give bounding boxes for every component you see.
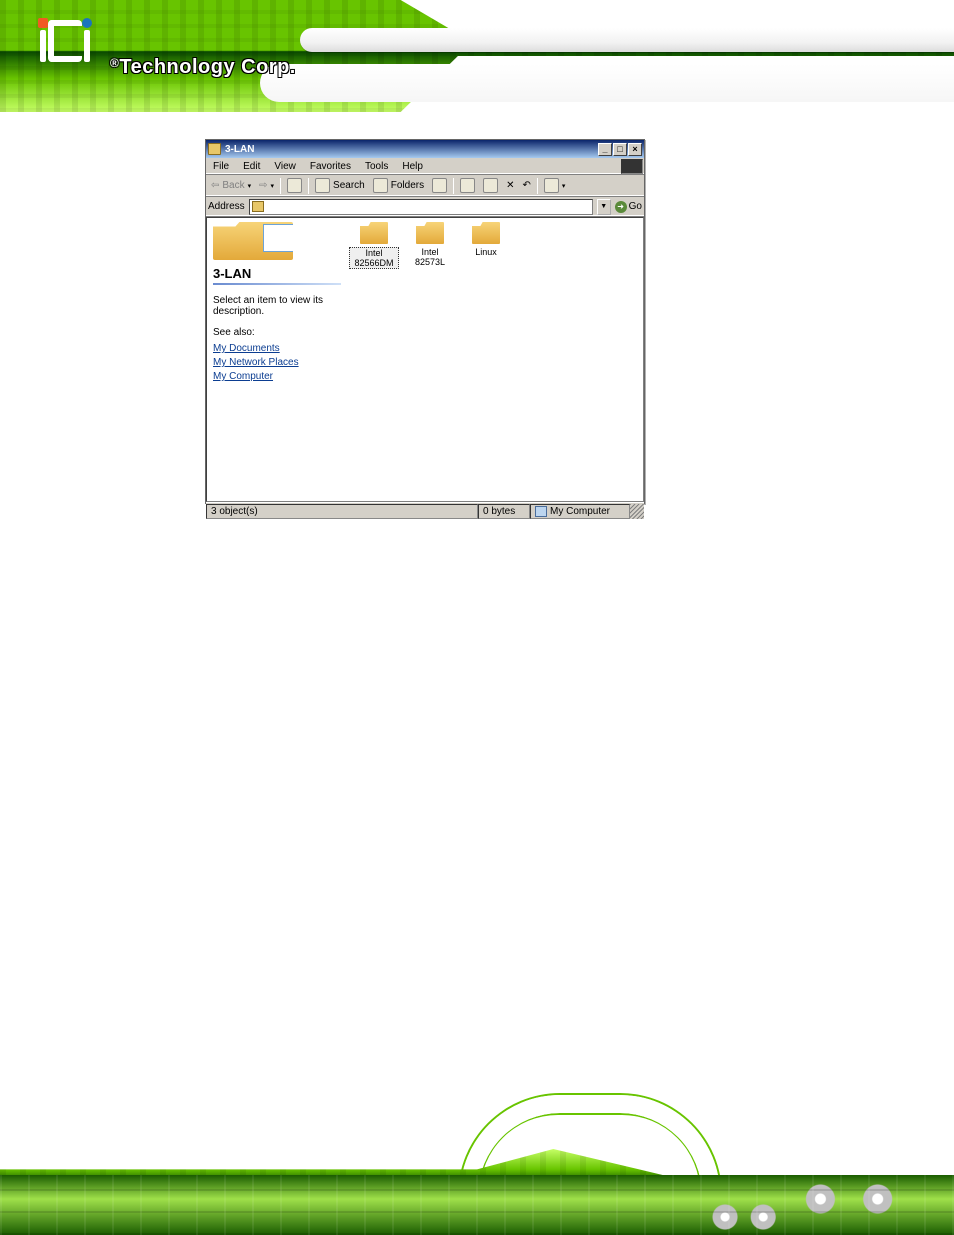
folder-item[interactable]: Linux [461, 222, 511, 257]
pane-hint: Select an item to view its description. [213, 295, 341, 317]
header-strip-2 [260, 64, 954, 102]
icon-view[interactable]: Intel 82566DM Intel 82573L Linux [347, 218, 643, 501]
menu-favorites[interactable]: Favorites [303, 160, 358, 173]
delete-icon: ✕ [506, 180, 514, 191]
my-computer-icon [535, 506, 547, 517]
go-icon: ➜ [615, 201, 627, 213]
title-bar[interactable]: 3-LAN _ □ × [206, 140, 644, 158]
address-dropdown[interactable]: ▼ [597, 199, 611, 215]
go-label: Go [629, 201, 642, 212]
address-label: Address [208, 201, 245, 212]
folder-label: Intel 82566DM [349, 247, 399, 269]
views-button[interactable]: ▾ [541, 177, 569, 194]
status-objects: 3 object(s) [206, 504, 478, 519]
brand-text: ®Technology Corp. [110, 56, 296, 79]
up-folder-icon [287, 178, 302, 193]
toolbar-separator [280, 178, 281, 194]
logo-letter-e [48, 20, 82, 62]
throbber-icon [621, 159, 643, 174]
move-to-icon [460, 178, 475, 193]
footer-banner [0, 1095, 954, 1235]
folders-button[interactable]: Folders [370, 177, 427, 194]
folder-icon [208, 143, 221, 155]
toolbar: ⇦ Back ▾ ⇨ ▾ Search Folders ✕ ↶ ▾ [206, 175, 644, 197]
forward-arrow-icon: ⇨ [259, 180, 267, 191]
toolbar-separator [537, 178, 538, 194]
content-area: 3-LAN Select an item to view its descrip… [206, 217, 644, 502]
undo-button[interactable]: ↶ [519, 179, 533, 192]
close-button[interactable]: × [628, 143, 642, 156]
link-my-computer[interactable]: My Computer [213, 370, 341, 384]
delete-button[interactable]: ✕ [503, 179, 517, 192]
history-icon [432, 178, 447, 193]
address-bar: Address ▼ ➜ Go [206, 197, 644, 217]
logo-letter-i2 [84, 30, 90, 62]
logo-letter-i [40, 30, 46, 62]
menu-file[interactable]: File [206, 160, 236, 173]
menu-view[interactable]: View [267, 160, 303, 173]
up-button[interactable] [284, 177, 305, 194]
status-size: 0 bytes [478, 504, 530, 519]
copy-to-button[interactable] [480, 177, 501, 194]
status-location: My Computer [530, 504, 630, 519]
back-label: Back [222, 180, 244, 191]
footer-board [0, 1175, 954, 1235]
search-button[interactable]: Search [312, 177, 368, 194]
registered-mark: ® [110, 56, 119, 70]
folder-icon [416, 222, 444, 244]
address-folder-icon [252, 201, 264, 212]
forward-button[interactable]: ⇨ ▾ [256, 179, 277, 192]
menu-tools[interactable]: Tools [358, 160, 395, 173]
folders-icon [373, 178, 388, 193]
header-strip [300, 28, 954, 52]
folder-icon [472, 222, 500, 244]
menu-edit[interactable]: Edit [236, 160, 267, 173]
address-input[interactable] [249, 199, 593, 215]
link-my-documents[interactable]: My Documents [213, 342, 341, 356]
undo-icon: ↶ [522, 180, 530, 191]
menu-help[interactable]: Help [395, 160, 430, 173]
folders-label: Folders [391, 180, 424, 191]
brand-name: Technology Corp. [119, 56, 296, 78]
toolbar-separator [308, 178, 309, 194]
minimize-button[interactable]: _ [598, 143, 612, 156]
search-icon [315, 178, 330, 193]
explorer-window: 3-LAN _ □ × File Edit View Favorites Too… [205, 139, 645, 504]
web-pane: 3-LAN Select an item to view its descrip… [207, 218, 347, 501]
folder-label: Linux [474, 247, 498, 257]
status-location-text: My Computer [550, 506, 610, 517]
pane-rule [213, 283, 341, 285]
link-my-network-places[interactable]: My Network Places [213, 356, 341, 370]
folder-label: Intel 82573L [405, 247, 455, 267]
history-button[interactable] [429, 177, 450, 194]
search-label: Search [333, 180, 365, 191]
folder-item[interactable]: Intel 82566DM [349, 222, 399, 269]
iei-logo [40, 20, 90, 62]
maximize-button[interactable]: □ [613, 143, 627, 156]
folder-hero-icon [213, 222, 293, 260]
see-also-label: See also: [213, 327, 341, 338]
forward-caret-icon: ▾ [271, 182, 275, 190]
views-caret-icon: ▾ [562, 182, 566, 190]
copy-to-icon [483, 178, 498, 193]
back-arrow-icon: ⇦ [211, 180, 219, 191]
toolbar-separator [453, 178, 454, 194]
move-to-button[interactable] [457, 177, 478, 194]
menu-bar: File Edit View Favorites Tools Help [206, 158, 644, 175]
pane-title: 3-LAN [213, 266, 341, 281]
status-bar: 3 object(s) 0 bytes My Computer [206, 502, 644, 519]
back-caret-icon: ▾ [248, 182, 252, 190]
resize-grip[interactable] [630, 504, 644, 519]
folder-icon [360, 222, 388, 244]
back-button[interactable]: ⇦ Back ▾ [208, 179, 254, 192]
window-title: 3-LAN [225, 144, 254, 155]
folder-item[interactable]: Intel 82573L [405, 222, 455, 267]
go-button[interactable]: ➜ Go [615, 201, 642, 213]
views-icon [544, 178, 559, 193]
